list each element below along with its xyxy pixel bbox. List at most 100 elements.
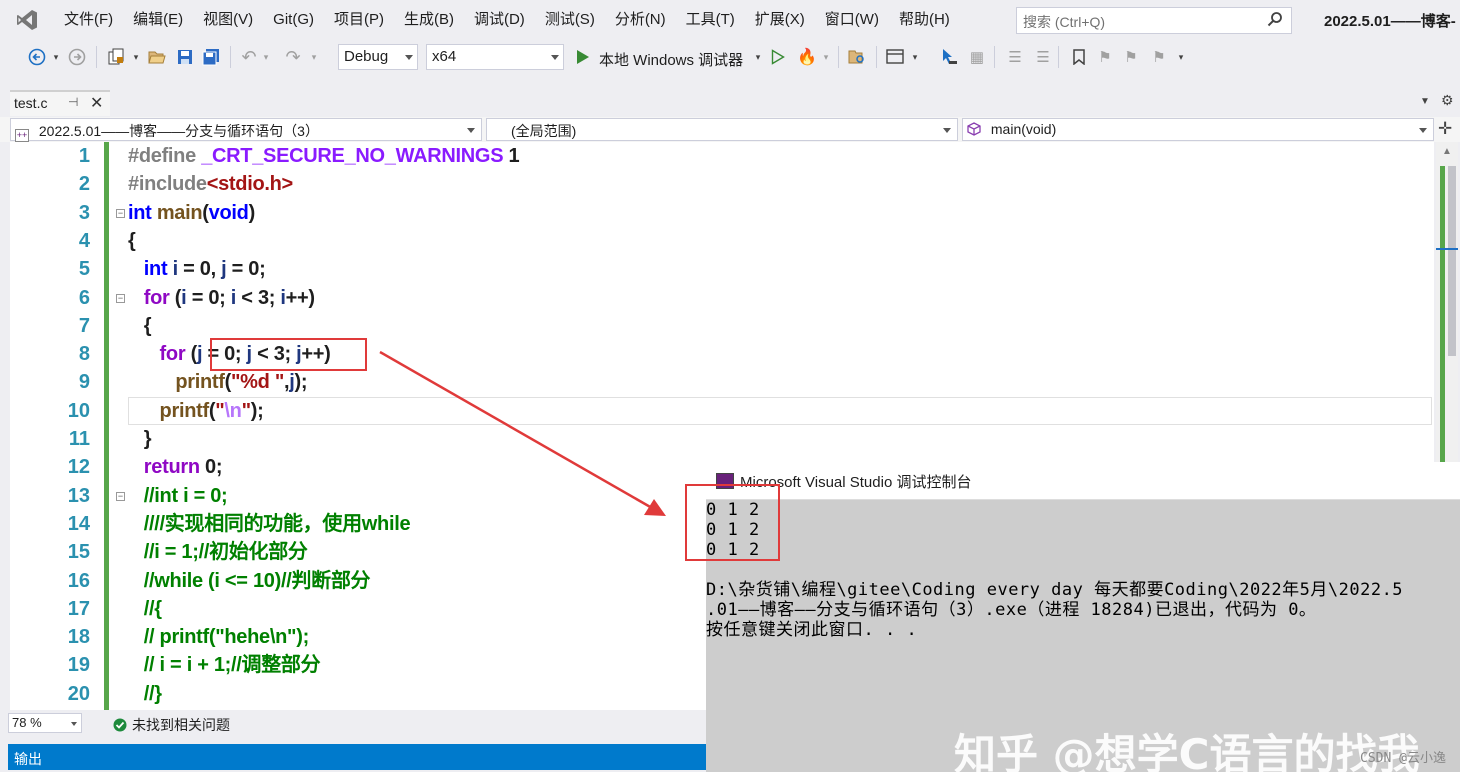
code-line: // printf("hehe\n"); [128, 626, 309, 649]
output-pane-header[interactable]: 输出 [8, 744, 710, 770]
code-line: //while (i <= 10)//判断部分 [128, 569, 371, 592]
console-title-bar[interactable]: Microsoft Visual Studio 调试控制台 [706, 462, 1460, 500]
menu-window[interactable]: 窗口(W) [815, 0, 889, 40]
menu-edit[interactable]: 编辑(E) [123, 0, 193, 40]
outdent-icon[interactable]: ☰ [1004, 46, 1026, 68]
line-number: 10 [67, 399, 90, 422]
toolbar-separator [994, 46, 995, 68]
indent-icon[interactable]: ☰ [1032, 46, 1054, 68]
chevron-down-icon [71, 722, 77, 726]
line-number: 17 [67, 597, 90, 620]
redo-dropdown-icon[interactable]: ▾ [308, 46, 320, 68]
c-project-icon: ++ [15, 129, 29, 142]
search-icon[interactable] [1267, 11, 1283, 30]
close-icon[interactable]: ✕ [90, 93, 103, 113]
back-dropdown-icon[interactable]: ▾ [50, 46, 62, 68]
toolbar-overflow-icon[interactable]: ▾ [1174, 46, 1188, 68]
member-dropdown[interactable]: main(void) [962, 118, 1434, 141]
comment-icon[interactable]: ▦ [966, 46, 988, 68]
method-cube-icon [967, 122, 981, 136]
menu-help[interactable]: 帮助(H) [889, 0, 960, 40]
line-number: 4 [78, 229, 90, 252]
toolbar-separator [96, 46, 97, 68]
line-number: 14 [67, 512, 90, 535]
bookmark-icon[interactable] [1068, 46, 1090, 68]
gear-icon[interactable]: ⚙ [1441, 92, 1454, 109]
collapse-icon[interactable]: − [116, 492, 125, 501]
line-number: 12 [67, 456, 90, 479]
zoom-dropdown[interactable]: 78 % [8, 713, 82, 733]
code-line: // i = i + 1;//调整部分 [128, 654, 321, 677]
step-cursor-icon[interactable] [938, 46, 960, 68]
back-icon[interactable] [26, 46, 48, 68]
line-number-gutter: 1 2 3 4 5 6 7 8 9 10 11 12 13 14 15 16 1… [10, 142, 100, 710]
project-dropdown[interactable]: ++ 2022.5.01——博客——分支与循环语句（3） [10, 118, 482, 142]
new-item-icon[interactable] [104, 46, 128, 68]
vertical-scrollbar[interactable]: ▲ [1436, 142, 1458, 462]
platform-value: x64 [432, 48, 457, 65]
pin-icon[interactable]: ⊣ [68, 95, 78, 109]
forward-icon[interactable] [66, 46, 88, 68]
chevron-down-icon [1419, 128, 1427, 133]
debug-console-window[interactable]: Microsoft Visual Studio 调试控制台 0 1 2 0 1 … [706, 462, 1460, 772]
chevron-down-icon [467, 128, 475, 133]
open-folder-icon[interactable] [146, 46, 168, 68]
menu-debug[interactable]: 调试(D) [464, 0, 535, 40]
toolbar-separator [230, 46, 231, 68]
collapse-icon[interactable]: − [116, 294, 125, 303]
collapse-icon[interactable]: − [116, 209, 125, 218]
menu-bar: 文件(F) 编辑(E) 视图(V) Git(G) 项目(P) 生成(B) 调试(… [0, 0, 1460, 40]
split-editor-icon[interactable]: ✛ [1438, 119, 1452, 139]
start-debugging-icon[interactable] [574, 46, 592, 68]
scroll-up-icon[interactable]: ▲ [1442, 146, 1452, 157]
undo-dropdown-icon[interactable]: ▾ [260, 46, 272, 68]
menu-tools[interactable]: 工具(T) [676, 0, 745, 40]
undo-icon[interactable]: ↶ [238, 46, 260, 68]
previous-bookmark-icon[interactable]: ⚑ [1094, 46, 1116, 68]
configuration-dropdown[interactable]: Debug [338, 44, 418, 70]
tab-test-c[interactable]: test.c ⊣ ✕ [10, 90, 110, 116]
start-without-debugging-icon[interactable] [768, 46, 788, 68]
start-debugging-button[interactable]: 本地 Windows 调试器 [599, 49, 743, 70]
menu-extensions[interactable]: 扩展(X) [745, 0, 815, 40]
scope-dropdown[interactable]: (全局范围) [486, 118, 958, 141]
save-all-icon[interactable] [200, 46, 222, 68]
menu-project[interactable]: 项目(P) [324, 0, 394, 40]
line-number: 7 [78, 314, 90, 337]
menu-file[interactable]: 文件(F) [54, 0, 123, 40]
console-output[interactable]: 0 1 2 0 1 2 0 1 2 D:\杂货铺\编程\gitee\Coding… [706, 500, 1460, 772]
menu-view[interactable]: 视图(V) [193, 0, 263, 40]
search-input[interactable]: 搜索 (Ctrl+Q) [1016, 7, 1292, 34]
csdn-credit: CSDN @云小逸 [1360, 751, 1446, 766]
redo-icon[interactable]: ↷ [282, 46, 304, 68]
toolbar-separator [876, 46, 877, 68]
issues-text: 未找到相关问题 [132, 717, 230, 733]
next-bookmark-icon[interactable]: ⚑ [1120, 46, 1142, 68]
solution-explorer-icon[interactable] [846, 46, 868, 68]
issues-indicator[interactable]: 未找到相关问题 [113, 715, 230, 735]
hot-reload-icon[interactable]: 🔥 [796, 46, 818, 68]
menu-build[interactable]: 生成(B) [394, 0, 464, 40]
tab-list-dropdown-icon[interactable]: ▼ [1420, 96, 1430, 107]
chevron-down-icon [551, 55, 559, 60]
platform-dropdown[interactable]: x64 [426, 44, 564, 70]
menu-test[interactable]: 测试(S) [535, 0, 605, 40]
toolbar-overflow-icon[interactable]: ▾ [908, 46, 922, 68]
new-item-dropdown-icon[interactable]: ▾ [130, 46, 142, 68]
code-line: //i = 1;//初始化部分 [128, 541, 308, 564]
code-line: #include<stdio.h> [128, 173, 293, 196]
clear-bookmarks-icon[interactable]: ⚑ [1148, 46, 1170, 68]
project-name: 2022.5.01——博客——分支与循环语句（3） [38, 123, 319, 139]
console-line: 按任意键关闭此窗口. . . [706, 620, 918, 640]
hot-reload-dropdown-icon[interactable]: ▾ [820, 46, 832, 68]
window-layout-icon[interactable] [884, 46, 906, 68]
menu-analyze[interactable]: 分析(N) [605, 0, 676, 40]
zoom-value: 78 % [12, 715, 42, 730]
menu-git[interactable]: Git(G) [263, 0, 324, 40]
code-line: printf("\n"); [159, 399, 264, 422]
line-number: 6 [78, 286, 90, 309]
save-icon[interactable] [174, 46, 196, 68]
visual-studio-logo-icon[interactable] [0, 0, 54, 40]
scroll-thumb[interactable] [1448, 166, 1456, 356]
debug-target-dropdown-icon[interactable]: ▾ [752, 46, 764, 68]
